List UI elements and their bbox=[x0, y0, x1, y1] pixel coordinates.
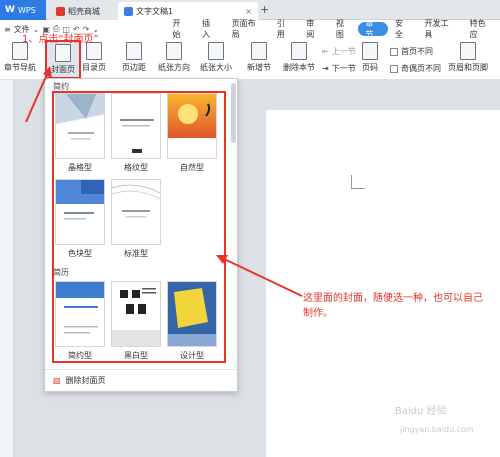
arrowhead-icon bbox=[43, 66, 52, 78]
annotation-arrows bbox=[25, 66, 303, 297]
baidu-watermark: Baidu 经验 bbox=[395, 406, 447, 417]
step1-annotation: 1、点击“封面页” bbox=[22, 34, 99, 45]
arrow-to-templates bbox=[221, 257, 303, 297]
arrow-to-cover-button bbox=[25, 71, 49, 123]
tip-annotation: 这里面的封面，随便选一种，也可以自己制作。 bbox=[303, 293, 483, 319]
baidu-watermark-url: jingyan.baidu.com bbox=[400, 425, 474, 434]
